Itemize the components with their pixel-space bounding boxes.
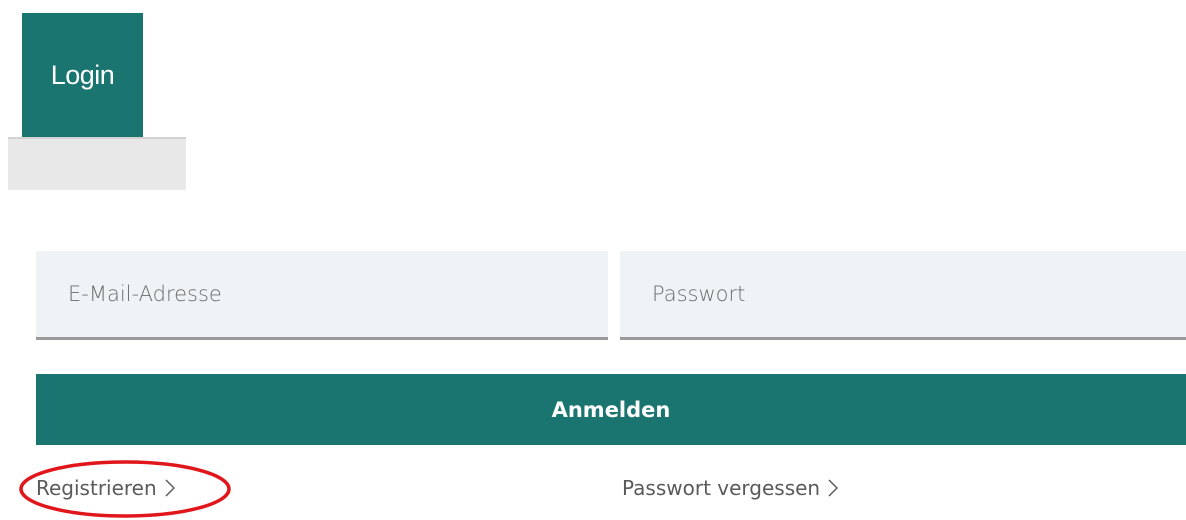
forgot-password-link[interactable]: Passwort vergessen bbox=[622, 476, 839, 500]
email-field[interactable] bbox=[36, 251, 608, 340]
chevron-right-icon bbox=[828, 479, 839, 497]
tab-login-label: Login bbox=[50, 60, 115, 90]
login-submit-label: Anmelden bbox=[551, 397, 671, 422]
tab-bar-background bbox=[8, 137, 186, 190]
login-submit-button[interactable]: Anmelden bbox=[36, 374, 1186, 445]
forgot-password-link-label: Passwort vergessen bbox=[622, 476, 821, 500]
password-field[interactable] bbox=[620, 251, 1186, 340]
register-link-label: Registrieren bbox=[36, 476, 157, 500]
tab-login[interactable]: Login bbox=[22, 13, 143, 137]
chevron-right-icon bbox=[165, 479, 175, 497]
register-link[interactable]: Registrieren bbox=[36, 476, 175, 500]
